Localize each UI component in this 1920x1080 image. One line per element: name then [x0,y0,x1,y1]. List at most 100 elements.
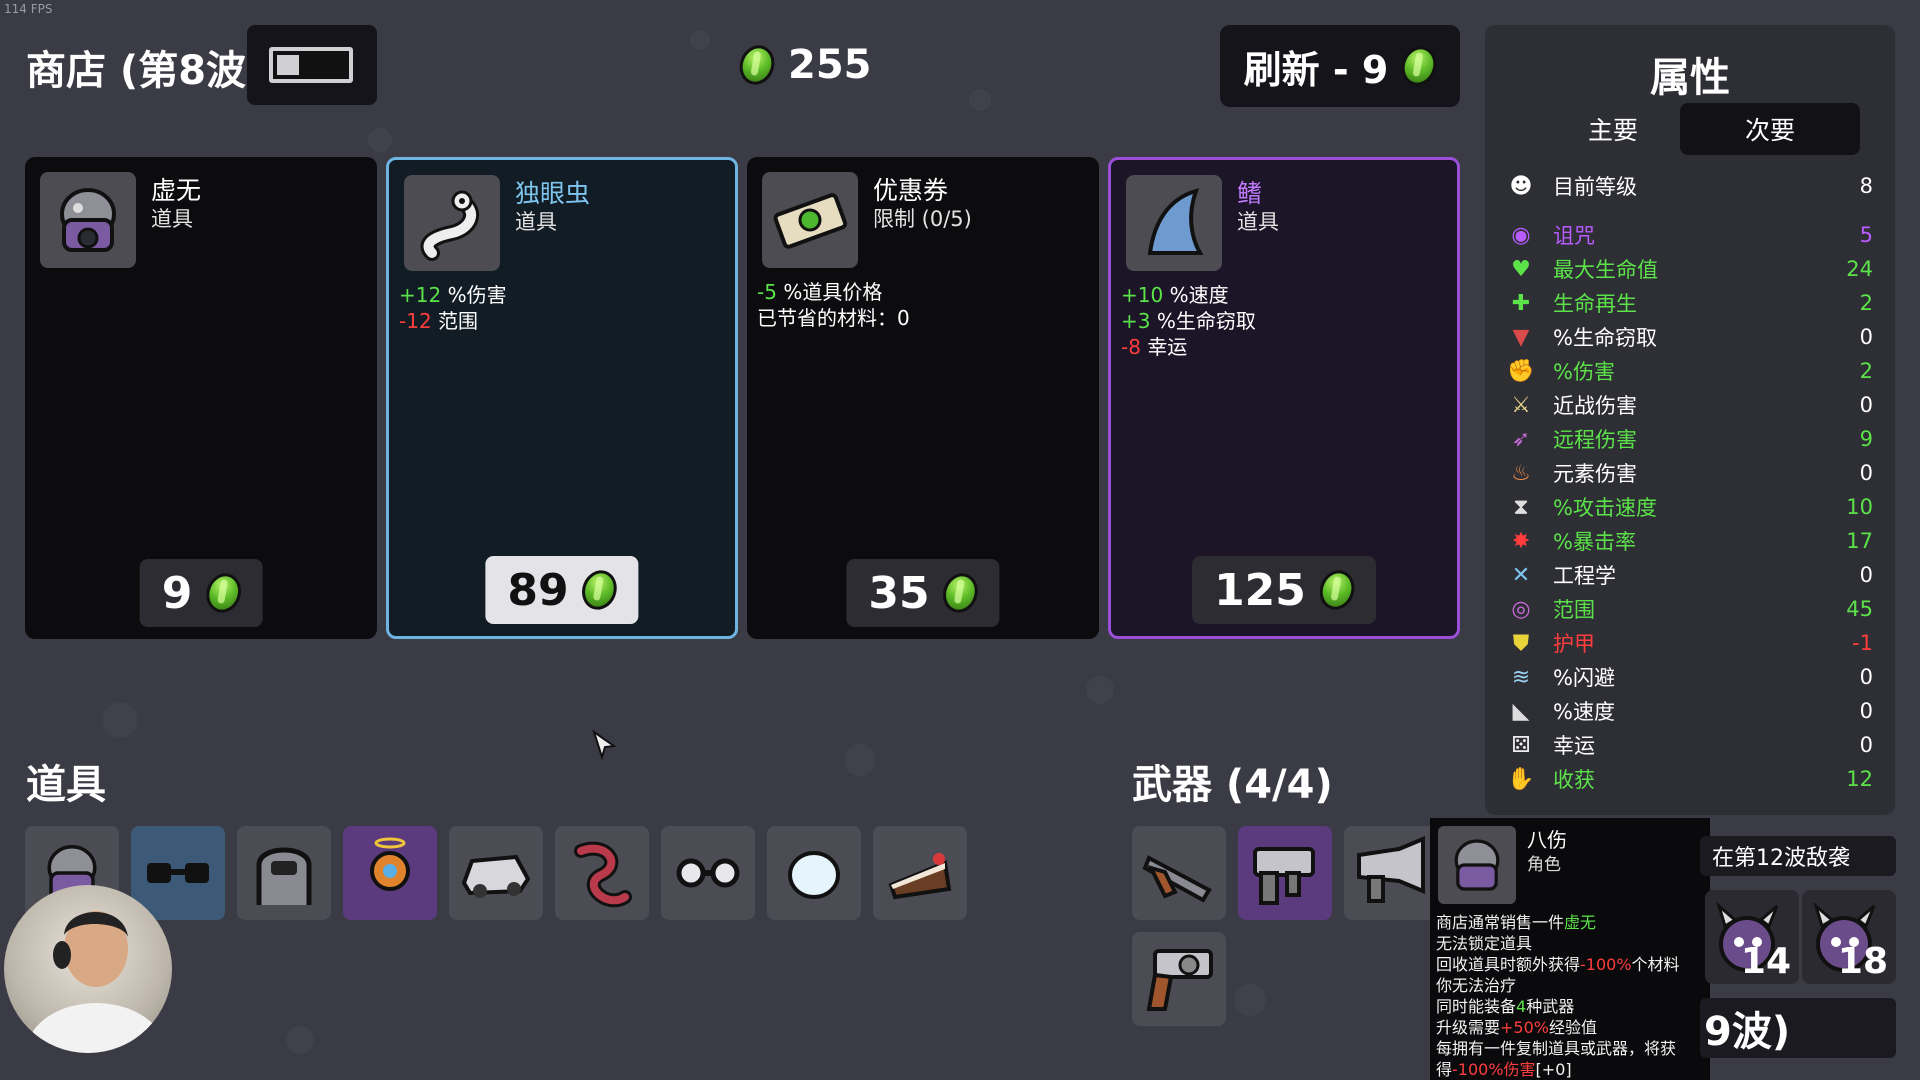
fps-counter: 114 FPS [4,2,53,16]
range-icon: ◎ [1511,596,1531,622]
stat-row-armor: ⛊ 护甲 -1 [1507,628,1873,658]
stat-line: +10 %速度 [1121,283,1229,307]
item-stats: +10 %速度 +3 %生命窃取 -8 幸运 [1121,282,1256,360]
cyclops-worm-icon [404,175,500,271]
character-mask-icon [1438,826,1516,904]
smg-icon[interactable] [1238,826,1332,920]
stat-line: +3 %生命窃取 [1121,309,1256,333]
item-type: 限制 (0/5) [873,207,972,231]
shop-card-cyclops-worm[interactable]: 独眼虫 道具 +12 %伤害 -12 范围 89 [386,157,738,639]
stat-line: -5 %道具价格 [757,280,883,304]
dodge-icon: ≋ [1511,664,1531,690]
tab-primary[interactable]: 主要 [1523,103,1703,155]
stat-line: 已节省的材料：0 [757,306,910,330]
item-type: 道具 [515,210,557,234]
goggles-icon[interactable] [661,826,755,920]
stat-line: -8 幸运 [1121,335,1188,359]
shield-icon: ⛊ [1512,630,1530,656]
snake-tentacle-icon[interactable] [555,826,649,920]
stat-row-range: ◎ 范围 45 [1507,594,1873,624]
stat-row-hp-regen: ✚ 生命再生 2 [1507,288,1873,318]
tab-secondary[interactable]: 次要 [1680,103,1860,155]
next-wave-label: 9波) [1700,998,1896,1058]
stats-panel: 属性 主要 次要 ☻ 目前等级 8 ◉ 诅咒 5 ♥ 最大生命值 24 ✚ 生命再生 2 ▼ %生… [1485,25,1895,815]
stat-row-luck: ⚄ 幸运 0 [1507,730,1873,760]
item-name: 优惠券 [873,176,949,205]
crit-icon: ✸ [1511,528,1531,554]
toggle-track [269,47,353,83]
materials-counter: 255 [734,40,872,90]
stats-title: 属性 [1650,55,1730,101]
black-glasses-icon[interactable] [131,826,225,920]
hourglass-icon: ⧗ [1513,494,1529,520]
level-icon: ☻ [1509,173,1533,199]
price: 9 [161,567,193,619]
minigun-icon[interactable] [1344,826,1438,920]
stat-line: -12 范围 [399,309,479,333]
streamer-image [26,911,166,1053]
regen-icon: ✚ [1511,290,1531,316]
mouse-cursor-icon [592,730,617,760]
webcam-overlay [4,885,172,1053]
fang-icon: ▼ [1512,324,1530,350]
stat-row-elemental: ♨ 元素伤害 0 [1507,458,1873,488]
buy-button[interactable]: 9 [139,559,263,627]
buy-button[interactable]: 35 [846,559,1000,627]
stat-line: +12 %伤害 [399,283,507,307]
shop-card-void[interactable]: 虚无 道具 9 [25,157,377,639]
fist-icon: ✊ [1507,358,1535,384]
diving-helmet-icon[interactable] [237,826,331,920]
item-type: 道具 [1237,210,1279,234]
effect-line: 无法锁定道具 [1436,934,1533,953]
stat-row-ranged: ➶ 远程伤害 9 [1507,424,1873,454]
item-stats: +12 %伤害 -12 范围 [399,282,507,334]
stat-row-level: ☻ 目前等级 8 [1507,171,1873,201]
flame-icon: ♨ [1511,460,1531,486]
stat-row-damage: ✊ %伤害 2 [1507,358,1873,385]
harvest-icon: ✋ [1507,766,1535,792]
stat-row-speed: ◣ %速度 0 [1507,696,1873,726]
enemy-slot: 14 [1705,890,1799,984]
character-tooltip: 八伤 角色 商店通常销售一件虚无 无法锁定道具 回收道具时额外获得-100%个材… [1430,818,1710,1080]
price: 125 [1214,564,1306,616]
shop-card-coupon[interactable]: 优惠券 限制 (0/5) -5 %道具价格 已节省的材料：0 35 [747,157,1099,639]
effect-line: 回收道具时额外获得-100%个材料 [1436,955,1680,974]
buy-button[interactable]: 89 [485,556,639,624]
coupon-icon [762,172,858,268]
material-icon [576,565,623,615]
item-type: 道具 [151,207,193,231]
material-icon [1314,565,1360,615]
effect-line: 同时能装备4种武器 [1436,997,1575,1016]
wrench-icon: ✕ [1511,562,1531,588]
car-toy-icon[interactable] [449,826,543,920]
shop-card-fin[interactable]: 鳍 道具 +10 %速度 +3 %生命窃取 -8 幸运 125 [1108,157,1460,639]
character-effects: 商店通常销售一件虚无 无法锁定道具 回收道具时额外获得-100%个材料 你无法治… [1436,912,1680,1080]
egg-icon[interactable] [767,826,861,920]
lock-toggle[interactable] [247,25,377,105]
revolver-icon[interactable] [1132,932,1226,1026]
item-name: 独眼虫 [515,179,591,208]
bow-icon: ➶ [1511,426,1531,452]
sword-icon: ⚔ [1511,392,1531,418]
reroll-label: 刷新 - 9 [1243,47,1389,92]
wave-banner: 在第12波敌袭 [1700,836,1896,876]
items-section-title: 道具 [26,762,106,808]
reroll-button[interactable]: 刷新 - 9 [1220,25,1460,107]
stat-row-attack-speed: ⧗ %攻击速度 10 [1507,492,1873,522]
shotgun-icon[interactable] [1132,826,1226,920]
item-stats: -5 %道具价格 已节省的材料：0 [757,279,910,331]
material-icon [1396,41,1443,91]
material-icon [200,568,247,618]
effect-line: 你无法治疗 [1436,976,1517,995]
dice-icon: ⚄ [1511,732,1531,758]
buy-button[interactable]: 125 [1192,556,1376,624]
stat-row-curse: ◉ 诅咒 5 [1507,220,1873,250]
shop-title: 商店 (第8波) [26,48,265,94]
item-name: 虚无 [151,176,202,205]
stat-row-melee: ⚔ 近战伤害 0 [1507,390,1873,420]
enemy-count: 14 [1740,941,1791,982]
toggle-knob [277,55,299,75]
cake-slice-icon[interactable] [873,826,967,920]
curse-icon: ◉ [1511,222,1531,248]
alien-drone-icon[interactable] [343,826,437,920]
